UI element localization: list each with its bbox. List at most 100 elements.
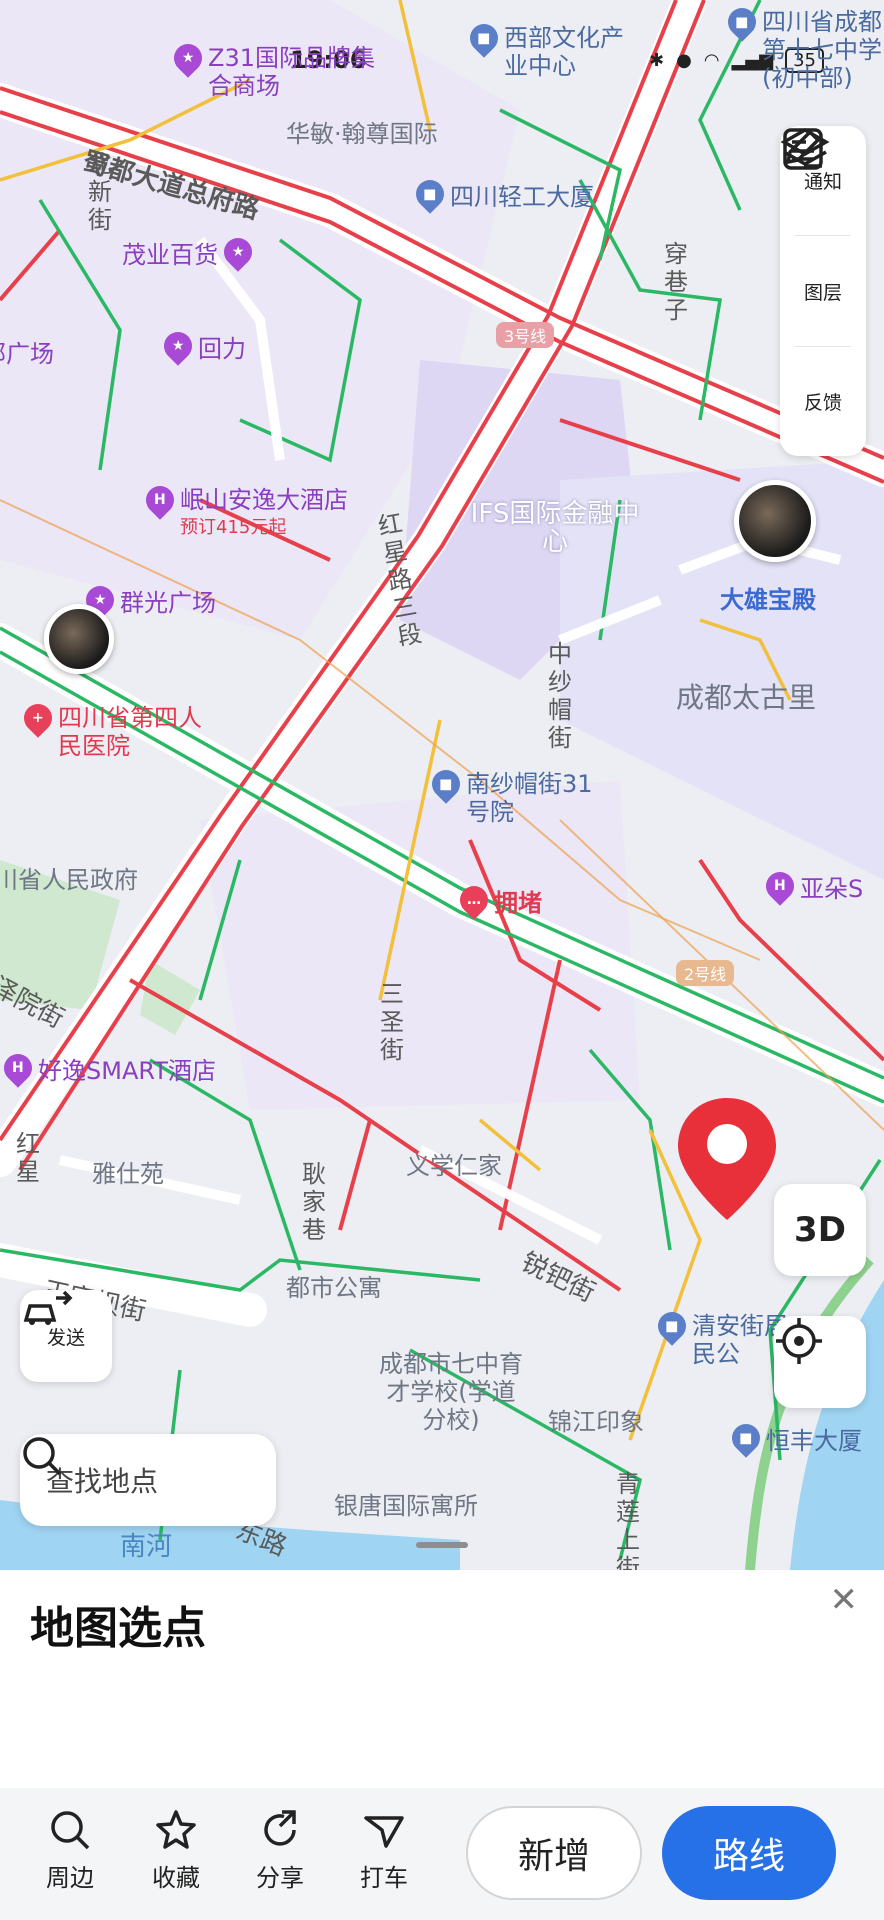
- area-label: 华敏·翰尊国际: [286, 120, 438, 148]
- area-label: IFS国际金融中心: [470, 499, 640, 557]
- nearby-button[interactable]: 周边: [30, 1808, 110, 1893]
- road-label: 南河: [120, 1532, 173, 1562]
- poi-hospital[interactable]: + 四川省第四人民医院: [18, 698, 218, 760]
- poi-label: Z31国际品牌集合商场: [208, 44, 375, 100]
- send-to-car-button[interactable]: 发送: [20, 1290, 112, 1382]
- road-label: 青莲上街: [616, 1470, 640, 1570]
- area-label: 成都太古里: [676, 681, 817, 714]
- temple-photo-avatar[interactable]: [734, 480, 816, 562]
- poi-huili[interactable]: ★ 回力: [158, 326, 246, 366]
- taxi-button[interactable]: 打车: [344, 1808, 424, 1893]
- friend-avatar[interactable]: [44, 604, 114, 674]
- close-icon[interactable]: ✕: [830, 1580, 859, 1620]
- locate-me-button[interactable]: [774, 1316, 866, 1408]
- area-label: 大雄宝殿: [720, 586, 816, 614]
- side-panel: 通知 图层 反馈: [780, 126, 866, 456]
- car-send-icon: [23, 1290, 73, 1325]
- road-label: 三圣街: [380, 980, 404, 1064]
- poi-nanshamao[interactable]: ■ 南纱帽街31号院: [426, 764, 596, 826]
- road-label: 中纱帽街: [548, 640, 572, 752]
- poi-qingan[interactable]: ■ 清安街居民公: [652, 1306, 788, 1368]
- poi-haoyi-hotel[interactable]: H 好逸SMART酒店: [0, 1048, 216, 1088]
- poi-label: 西部文化产业中心: [504, 24, 624, 80]
- star-icon: [156, 1810, 196, 1849]
- taxi-label: 打车: [360, 1864, 408, 1892]
- location-icon: ●: [676, 49, 692, 71]
- poi-label: 恒丰大厦: [766, 1427, 862, 1455]
- selected-location-pin[interactable]: [674, 1094, 780, 1224]
- hospital-icon: +: [18, 698, 58, 738]
- building-icon: ■: [726, 1418, 766, 1458]
- poi-label: 南纱帽街31号院: [466, 770, 593, 826]
- road-label: 耿家巷: [302, 1160, 326, 1244]
- taxi-icon: [364, 1816, 404, 1848]
- poi-label: 四川省成都第十七中学(初中部): [762, 8, 882, 92]
- sheet-title: 地图选点: [30, 1603, 206, 1654]
- area-label: 锦江印象: [548, 1408, 644, 1436]
- nearby-label: 周边: [46, 1864, 94, 1892]
- area-label: 雅仕苑: [92, 1160, 164, 1188]
- hotel-icon: H: [140, 480, 180, 520]
- area-label: 部广场: [0, 340, 54, 368]
- drag-handle[interactable]: [416, 1542, 468, 1548]
- poi-qunguang[interactable]: ★ 群光广场: [80, 580, 216, 620]
- poi-no17-middle-school[interactable]: ■ 四川省成都第十七中学(初中部): [722, 2, 882, 98]
- poi-label: 茂业百货: [122, 241, 218, 269]
- building-icon: ■: [426, 764, 466, 804]
- map-canvas[interactable]: 19:06 ✱ ● ◠ ▂▄▆ 35 ★ Z31国际品牌集合商场 ★ 茂业百货 …: [0, 0, 884, 1570]
- poi-maoye[interactable]: ★ 茂业百货: [122, 232, 258, 272]
- add-button[interactable]: 新增: [466, 1806, 642, 1900]
- hotel-icon: H: [760, 866, 800, 906]
- share-button[interactable]: 分享: [240, 1808, 320, 1893]
- shopping-icon: ★: [218, 232, 258, 272]
- poi-west-culture[interactable]: ■ 西部文化产业中心: [464, 18, 624, 80]
- poi-label: 四川省第四人民医院: [58, 704, 202, 760]
- share-label: 分享: [256, 1864, 304, 1892]
- crosshair-icon: [776, 1318, 822, 1364]
- route-button[interactable]: 路线: [662, 1806, 836, 1900]
- road-label: 红星: [16, 1130, 40, 1186]
- poi-light-industry[interactable]: ■ 四川轻工大厦: [410, 174, 594, 214]
- metro-line-3: 3号线: [496, 322, 555, 348]
- poi-booking-price: 预订415元起: [180, 517, 287, 538]
- area-label: 成都市七中育才学校(学道分校): [379, 1350, 523, 1434]
- feedback-label: 反馈: [803, 391, 842, 414]
- layers-label: 图层: [803, 281, 842, 304]
- search-icon: [51, 1811, 90, 1850]
- shopping-icon: ★: [168, 38, 208, 78]
- area-label: 义学仁家: [406, 1152, 502, 1180]
- poi-hotel-minshan[interactable]: H 岷山安逸大酒店 预订415元起: [140, 480, 348, 542]
- hotel-icon: H: [0, 1048, 38, 1088]
- school-icon: ■: [722, 2, 762, 42]
- poi-hengfeng[interactable]: ■ 恒丰大厦: [726, 1418, 862, 1458]
- share-icon: [264, 1810, 296, 1846]
- layers-button[interactable]: 图层: [780, 127, 866, 345]
- area-label: 川省人民政府: [0, 866, 138, 894]
- poi-label: 好逸SMART酒店: [38, 1057, 216, 1085]
- poi-label: 岷山安逸大酒店: [180, 486, 348, 514]
- bluetooth-icon: ✱: [649, 49, 665, 71]
- feedback-icon: [785, 129, 822, 168]
- favorite-button[interactable]: 收藏: [136, 1808, 216, 1893]
- shopping-icon: ★: [158, 326, 198, 366]
- building-icon: ■: [652, 1306, 692, 1346]
- poi-label: 四川轻工大厦: [450, 183, 594, 211]
- poi-label: 群光广场: [120, 589, 216, 617]
- traffic-chat-icon: …: [454, 880, 494, 920]
- building-icon: ■: [464, 18, 504, 58]
- road-label: 穿巷子: [664, 240, 688, 324]
- area-label: 都市公寓: [286, 1274, 382, 1302]
- search-icon: [23, 1437, 62, 1476]
- metro-line-2: 2号线: [676, 960, 735, 986]
- building-icon: ■: [410, 174, 450, 214]
- poi-atour[interactable]: H 亚朵S: [760, 866, 863, 906]
- poi-label: 回力: [198, 335, 246, 363]
- favorite-label: 收藏: [152, 1864, 200, 1892]
- feedback-button[interactable]: 反馈: [780, 129, 866, 456]
- poi-shopping-mall[interactable]: ★ Z31国际品牌集合商场: [168, 38, 380, 100]
- action-bar: 周边 收藏 分享 打车 新增 路线: [0, 1788, 884, 1920]
- 3d-toggle-button[interactable]: 3D: [774, 1184, 866, 1276]
- wifi-icon: ◠: [703, 49, 720, 71]
- congestion-marker[interactable]: … 拥堵: [454, 880, 542, 920]
- search-place-box[interactable]: 查找地点: [20, 1434, 276, 1526]
